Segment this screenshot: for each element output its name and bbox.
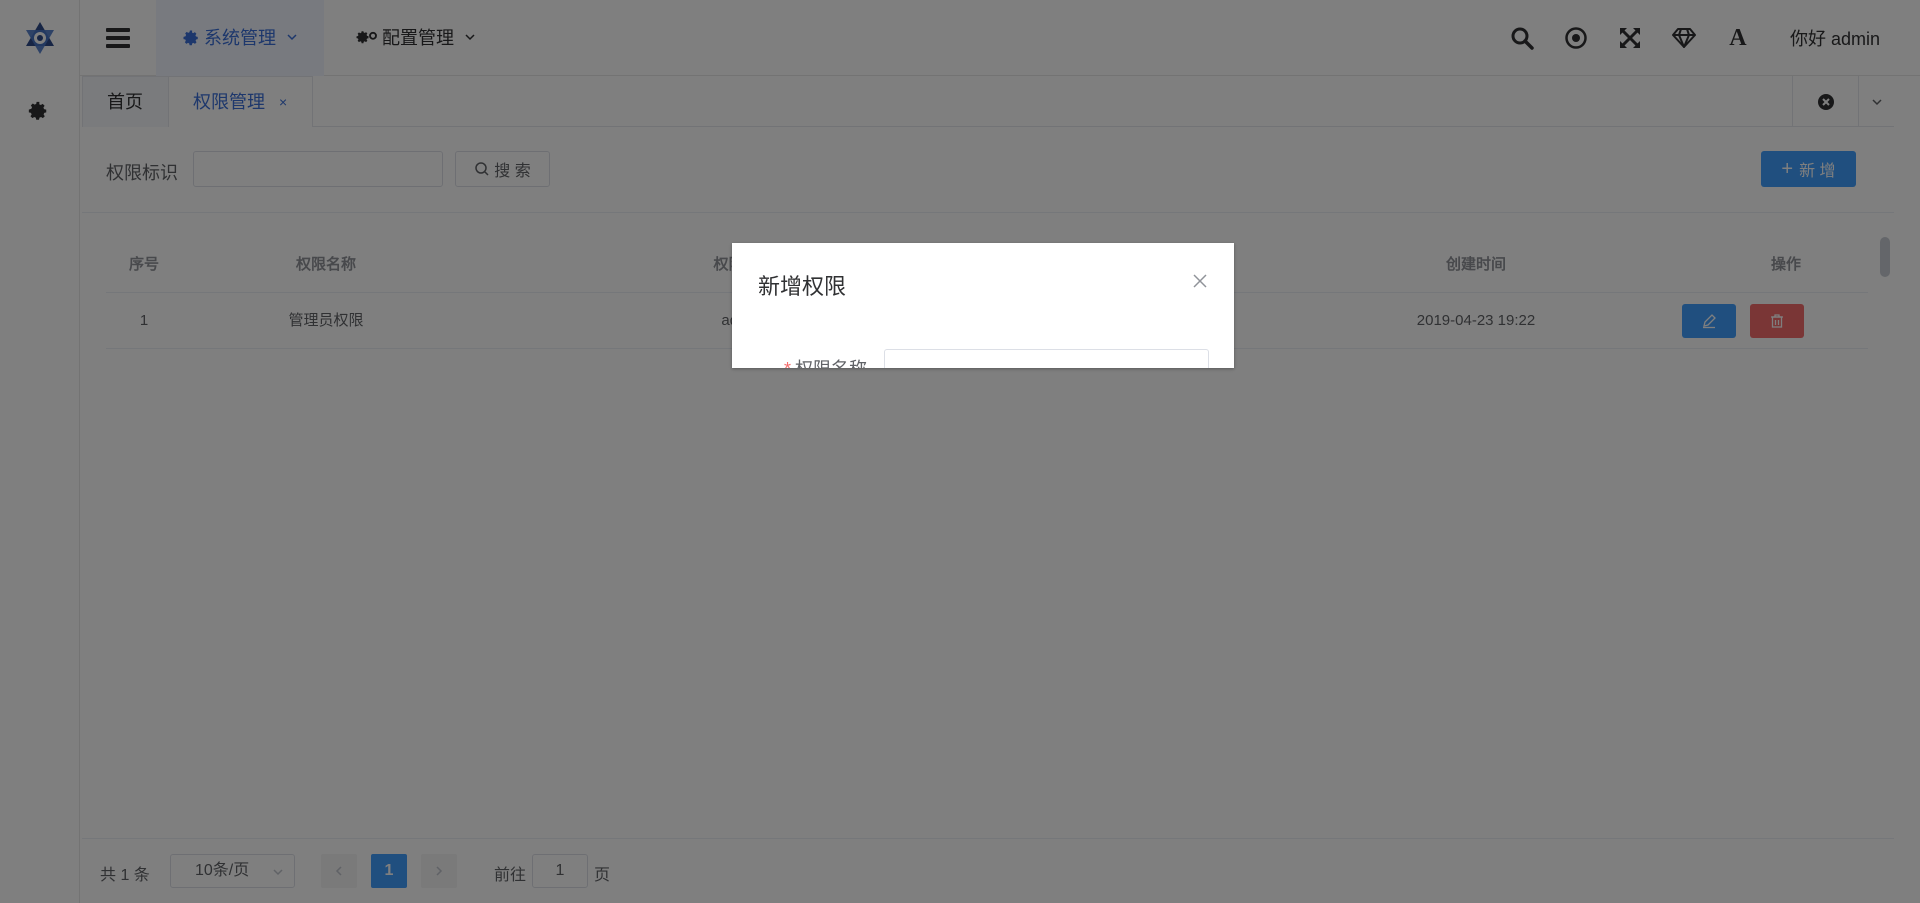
dialog-title: 新增权限	[758, 274, 847, 299]
permission-name-input[interactable]	[884, 349, 1209, 368]
modal-overlay[interactable]	[0, 0, 1920, 903]
field-label-text: 权限名称	[795, 359, 867, 368]
required-mark: *	[784, 359, 791, 368]
add-permission-dialog: 新增权限 * 权限名称	[732, 243, 1234, 368]
close-icon[interactable]	[1190, 271, 1210, 291]
permission-name-label: * 权限名称	[784, 355, 867, 368]
